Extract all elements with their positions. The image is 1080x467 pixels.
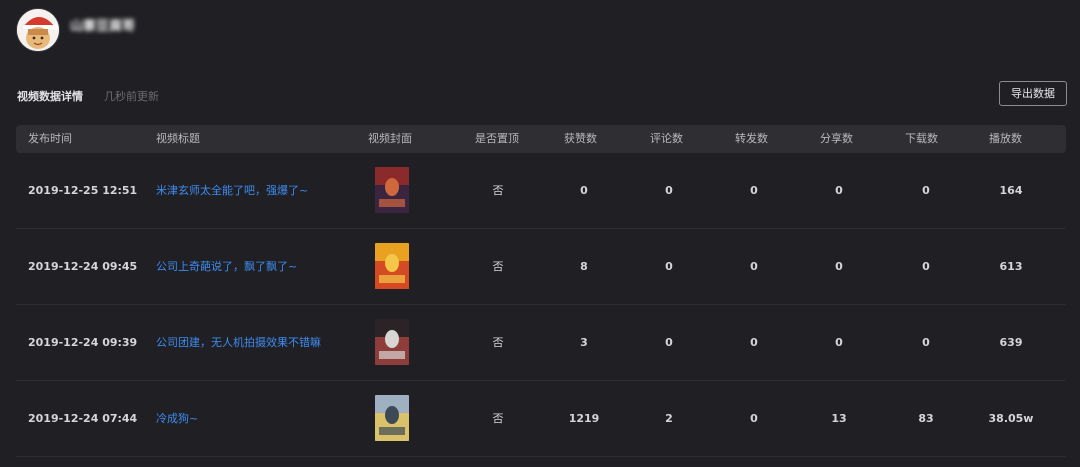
cell-reposts: 0	[750, 336, 758, 349]
cell-pinned: 否	[492, 412, 504, 425]
header-plays: 播放数	[989, 132, 1022, 145]
user-avatar[interactable]	[16, 8, 60, 52]
video-cover-image	[375, 319, 409, 365]
update-note: 几秒前更新	[104, 90, 159, 103]
cell-shares: 13	[831, 412, 847, 425]
video-title-link[interactable]: 公司团建，无人机拍摄效果不错嘛	[156, 305, 321, 381]
header-comments: 评论数	[650, 132, 683, 145]
publish-time: 2019-12-25 12:51	[28, 184, 138, 197]
header-reposts: 转发数	[735, 132, 768, 145]
table-row: 2019-12-24 09:39 公司团建，无人机拍摄效果不错嘛 否 3 0 0 0 0 639	[16, 305, 1066, 381]
cell-likes: 3	[580, 336, 588, 349]
cell-shares: 0	[835, 336, 843, 349]
cell-shares: 0	[835, 260, 843, 273]
publish-time: 2019-12-24 09:39	[28, 336, 138, 349]
video-cover-thumbnail[interactable]	[375, 167, 409, 213]
publish-time: 2019-12-24 07:44	[28, 412, 138, 425]
cell-pinned: 否	[492, 184, 504, 197]
cell-pinned: 否	[492, 260, 504, 273]
header-pinned: 是否置顶	[475, 132, 519, 145]
table-row: 2019-12-24 09:45 公司上奇葩说了，飘了飘了~ 否 8 0 0 0 0 613	[16, 229, 1066, 305]
video-cover-image	[375, 167, 409, 213]
cell-comments: 0	[665, 184, 673, 197]
cell-reposts: 0	[750, 260, 758, 273]
cell-plays: 38.05w	[988, 412, 1034, 425]
video-data-page: 山寨豆腐哥 视频数据详情 几秒前更新 导出数据 发布时间 视频标题 视频封面 是…	[0, 0, 1080, 467]
header-title: 视频标题	[156, 132, 200, 145]
cell-plays: 639	[999, 336, 1023, 349]
cell-pinned: 否	[492, 336, 504, 349]
cell-downloads: 0	[922, 184, 930, 197]
cell-reposts: 0	[750, 184, 758, 197]
cell-downloads: 83	[918, 412, 934, 425]
video-cover-thumbnail[interactable]	[375, 319, 409, 365]
table-row: 2019-12-25 12:51 米津玄师太全能了吧，强爆了~ 否 0 0 0 0 0 164	[16, 153, 1066, 229]
video-cover-image	[375, 243, 409, 289]
publish-time: 2019-12-24 09:45	[28, 260, 138, 273]
cell-likes: 8	[580, 260, 588, 273]
cell-plays: 613	[999, 260, 1023, 273]
header-shares: 分享数	[820, 132, 853, 145]
video-cover-image	[375, 395, 409, 441]
cell-comments: 2	[665, 412, 673, 425]
cell-shares: 0	[835, 184, 843, 197]
video-title-link[interactable]: 米津玄师太全能了吧，强爆了~	[156, 153, 308, 229]
cell-likes: 0	[580, 184, 588, 197]
cell-plays: 164	[999, 184, 1023, 197]
cell-likes: 1219	[568, 412, 600, 425]
username: 山寨豆腐哥	[70, 19, 136, 34]
table-header: 发布时间 视频标题 视频封面 是否置顶 获赞数 评论数 转发数 分享数 下载数 …	[16, 125, 1066, 153]
header-cover: 视频封面	[368, 132, 412, 145]
header-time: 发布时间	[28, 132, 72, 145]
table-row: 2019-12-24 07:44 冷成狗~ 否 1219 2 0 13 83 38.05w	[16, 381, 1066, 457]
cell-reposts: 0	[750, 412, 758, 425]
video-data-table: 发布时间 视频标题 视频封面 是否置顶 获赞数 评论数 转发数 分享数 下载数 …	[16, 125, 1066, 457]
avatar-image	[17, 9, 59, 51]
video-cover-thumbnail[interactable]	[375, 395, 409, 441]
header-downloads: 下载数	[905, 132, 938, 145]
header-likes: 获赞数	[564, 132, 597, 145]
section-title: 视频数据详情	[17, 90, 83, 103]
table-body: 2019-12-25 12:51 米津玄师太全能了吧，强爆了~ 否 0 0 0 0 0 164 2…	[16, 153, 1066, 457]
cell-downloads: 0	[922, 260, 930, 273]
export-data-button[interactable]: 导出数据	[999, 81, 1067, 106]
video-cover-thumbnail[interactable]	[375, 243, 409, 289]
video-title-link[interactable]: 公司上奇葩说了，飘了飘了~	[156, 229, 297, 305]
cell-downloads: 0	[922, 336, 930, 349]
video-title-link[interactable]: 冷成狗~	[156, 381, 198, 457]
cell-comments: 0	[665, 336, 673, 349]
cell-comments: 0	[665, 260, 673, 273]
